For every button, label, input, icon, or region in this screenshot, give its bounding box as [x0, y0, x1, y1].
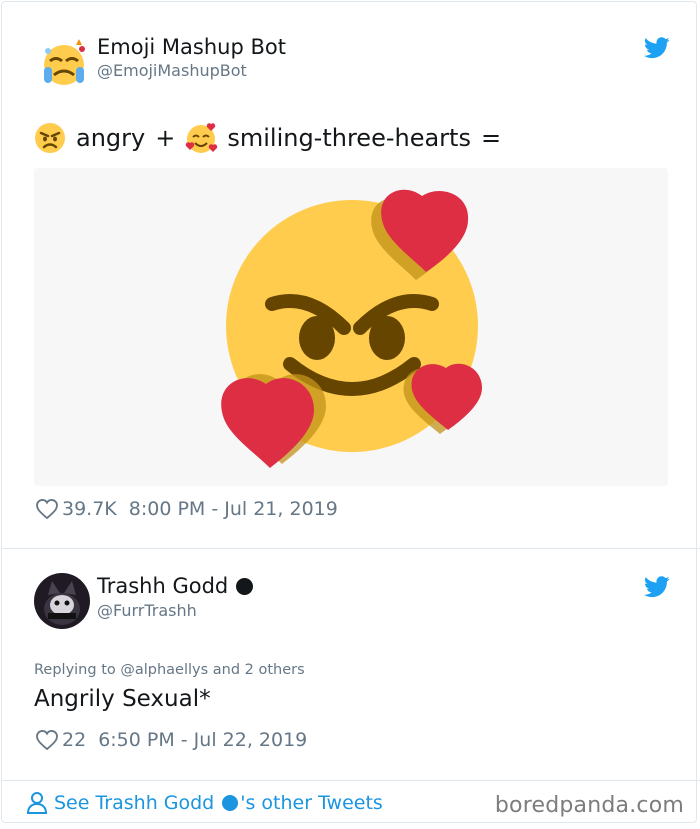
twitter-bird-icon[interactable] — [644, 576, 670, 598]
tweet-meta: 22 6:50 PM - Jul 22, 2019 — [36, 727, 307, 753]
embed-footer: See Trashh Godd 's other Tweets boredpan… — [2, 780, 700, 829]
mashup-emoji-image — [221, 189, 482, 468]
display-name[interactable]: Trashh Godd — [97, 574, 228, 598]
text-plus: + — [155, 124, 176, 152]
tweet-reply: Trashh Godd @FurrTrashh Replying to @alp… — [2, 548, 700, 781]
person-icon — [26, 792, 48, 814]
boredpanda-watermark: boredpanda.com — [494, 793, 684, 818]
smiling-three-hearts-emoji-icon — [186, 123, 218, 153]
text-equals: = — [480, 124, 502, 152]
mashup-image[interactable] — [34, 168, 668, 486]
angry-emoji-icon — [35, 123, 65, 153]
see-other-tweets-link[interactable]: See Trashh Godd 's other Tweets — [26, 791, 383, 815]
tweet-timestamp[interactable]: 6:50 PM - Jul 22, 2019 — [98, 729, 307, 751]
black-circle-icon — [236, 577, 254, 595]
see-more-prefix[interactable]: See Trashh Godd — [54, 792, 214, 814]
tweet-embed-card: Emoji Mashup Bot @EmojiMashupBot angry + — [1, 1, 700, 823]
tweet-timestamp[interactable]: 8:00 PM - Jul 21, 2019 — [129, 498, 338, 520]
tweet-text: Angrily Sexual* — [34, 686, 211, 712]
avatar-emoji-mashup-bot[interactable] — [36, 35, 92, 91]
like-count[interactable]: 39.7K — [62, 498, 117, 520]
blue-circle-icon — [222, 795, 239, 811]
text-smiling-three-hearts: smiling-three-hearts — [227, 124, 471, 152]
display-name-row: Trashh Godd — [97, 574, 254, 598]
text-angry: angry — [76, 124, 146, 152]
heart-icon[interactable] — [36, 730, 58, 750]
replying-to[interactable]: Replying to @alphaellys and 2 others — [34, 662, 305, 678]
see-more-suffix[interactable]: 's other Tweets — [240, 792, 383, 814]
user-handle[interactable]: @FurrTrashh — [97, 601, 197, 620]
user-handle[interactable]: @EmojiMashupBot — [97, 61, 247, 80]
tweet-emoji-mashup: Emoji Mashup Bot @EmojiMashupBot angry + — [2, 2, 700, 548]
twitter-bird-icon[interactable] — [644, 37, 670, 59]
tweet-meta: 39.7K 8:00 PM - Jul 21, 2019 — [36, 496, 338, 522]
tweet-text: angry + smiling-three-hearts = — [34, 121, 501, 155]
display-name[interactable]: Emoji Mashup Bot — [97, 35, 286, 59]
avatar-trashh-godd[interactable] — [34, 573, 90, 629]
heart-icon[interactable] — [36, 499, 58, 519]
like-count[interactable]: 22 — [62, 729, 86, 751]
